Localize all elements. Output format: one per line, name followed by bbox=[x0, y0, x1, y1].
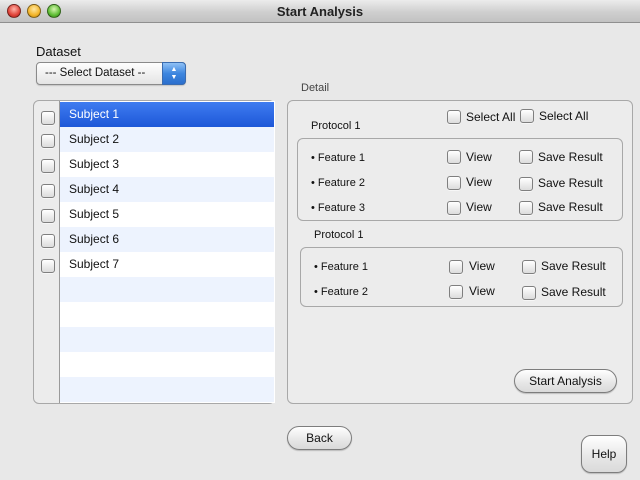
view-label: View bbox=[466, 200, 492, 214]
subject-checkbox[interactable] bbox=[41, 234, 55, 248]
view-label: View bbox=[469, 284, 495, 298]
feature-label: • Feature 1 bbox=[314, 261, 368, 273]
list-row-empty bbox=[60, 327, 274, 352]
feature-label: • Feature 1 bbox=[311, 152, 365, 164]
subject-checkbox[interactable] bbox=[41, 134, 55, 148]
save-result-checkbox[interactable] bbox=[519, 201, 533, 215]
list-item[interactable]: Subject 4 bbox=[60, 177, 274, 202]
protocol-title: Protocol 1 bbox=[311, 120, 361, 132]
feature-label: • Feature 3 bbox=[311, 202, 365, 214]
view-label: View bbox=[466, 175, 492, 189]
subject-checkbox[interactable] bbox=[41, 111, 55, 125]
list-row-empty bbox=[60, 302, 274, 327]
title-bar: Start Analysis bbox=[0, 0, 640, 23]
list-item[interactable]: Subject 3 bbox=[60, 152, 274, 177]
feature-label: • Feature 2 bbox=[311, 177, 365, 189]
select-all-view-checkbox[interactable] bbox=[447, 110, 461, 124]
save-result-label: Save Result bbox=[541, 259, 606, 273]
list-item[interactable]: Subject 2 bbox=[60, 127, 274, 152]
list-row-empty bbox=[60, 277, 274, 302]
view-checkbox[interactable] bbox=[447, 176, 461, 190]
subject-checkbox[interactable] bbox=[41, 209, 55, 223]
save-result-label: Save Result bbox=[541, 285, 606, 299]
save-result-label: Save Result bbox=[538, 150, 603, 164]
dataset-select-value: --- Select Dataset -- bbox=[45, 67, 146, 79]
back-button[interactable]: Back bbox=[287, 426, 352, 450]
subject-checkbox[interactable] bbox=[41, 259, 55, 273]
help-button[interactable]: Help bbox=[581, 435, 627, 473]
start-analysis-button[interactable]: Start Analysis bbox=[514, 369, 617, 393]
feature-label: • Feature 2 bbox=[314, 286, 368, 298]
view-checkbox[interactable] bbox=[447, 150, 461, 164]
dataset-label: Dataset bbox=[36, 44, 81, 59]
save-result-checkbox[interactable] bbox=[522, 260, 536, 274]
list-item[interactable]: Subject 5 bbox=[60, 202, 274, 227]
view-label: View bbox=[469, 259, 495, 273]
select-all-save-label: Select All bbox=[539, 109, 589, 123]
save-result-label: Save Result bbox=[538, 176, 603, 190]
view-checkbox[interactable] bbox=[449, 285, 463, 299]
view-checkbox[interactable] bbox=[449, 260, 463, 274]
list-row-empty bbox=[60, 352, 274, 377]
detail-label: Detail bbox=[301, 82, 330, 94]
save-result-label: Save Result bbox=[538, 200, 603, 214]
window-title: Start Analysis bbox=[276, 4, 364, 19]
subject-checkbox[interactable] bbox=[41, 184, 55, 198]
protocol-title: Protocol 1 bbox=[314, 229, 364, 241]
view-label: View bbox=[466, 150, 492, 164]
list-row-empty bbox=[60, 377, 274, 402]
updown-arrow-icon: ▲ ▼ bbox=[162, 62, 186, 85]
view-checkbox[interactable] bbox=[447, 201, 461, 215]
dataset-select[interactable]: --- Select Dataset -- ▲ ▼ bbox=[36, 62, 186, 85]
subject-list[interactable]: Subject 1 Subject 2 Subject 3 Subject 4 … bbox=[59, 101, 275, 403]
select-all-save-checkbox[interactable] bbox=[520, 109, 534, 123]
save-result-checkbox[interactable] bbox=[519, 177, 533, 191]
save-result-checkbox[interactable] bbox=[519, 150, 533, 164]
list-item[interactable]: Subject 7 bbox=[60, 252, 274, 277]
list-item[interactable]: Subject 6 bbox=[60, 227, 274, 252]
select-all-view-label: Select All bbox=[466, 110, 516, 124]
save-result-checkbox[interactable] bbox=[522, 286, 536, 300]
subject-checkbox[interactable] bbox=[41, 159, 55, 173]
list-item[interactable]: Subject 1 bbox=[60, 102, 274, 127]
